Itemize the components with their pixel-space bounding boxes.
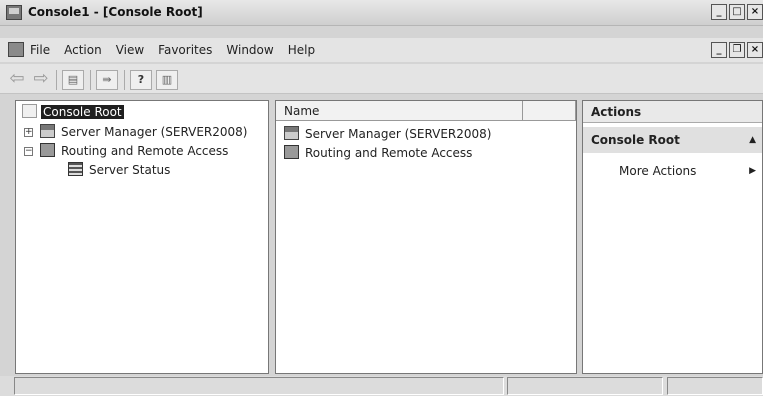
list-item[interactable]: Server Manager (SERVER2008) — [284, 126, 494, 143]
show-hide-console-tree-icon[interactable]: ▤ — [62, 70, 84, 90]
export-list-icon[interactable]: ⇛ — [96, 70, 118, 90]
menu-view[interactable]: View — [116, 43, 144, 57]
status-panel-2 — [507, 377, 663, 395]
child-window-controls: _ ❐ × — [711, 42, 763, 58]
actions-section-label: Console Root — [591, 133, 680, 147]
tree-node-routing-remote-access[interactable]: Routing and Remote Access — [40, 143, 230, 160]
tree-node-server-status[interactable]: Server Status — [68, 162, 172, 179]
collapse-up-icon[interactable]: ▲ — [749, 127, 756, 153]
tree-node-console-root[interactable]: Console Root — [22, 104, 124, 121]
menu-help[interactable]: Help — [288, 43, 315, 57]
toolbar-separator — [124, 70, 125, 90]
help-icon[interactable]: ? — [130, 70, 152, 90]
more-actions-item[interactable]: More Actions ▶ — [583, 161, 762, 181]
back-arrow-icon[interactable]: ⇦ — [6, 70, 28, 90]
status-bar — [0, 376, 763, 396]
toolbar-separator — [90, 70, 91, 90]
child-minimize-button[interactable]: _ — [711, 42, 727, 58]
menu-action[interactable]: Action — [64, 43, 102, 57]
child-close-button[interactable]: × — [747, 42, 763, 58]
routing-icon — [40, 143, 55, 157]
minimize-button[interactable]: _ — [711, 4, 727, 20]
window-controls: _ □ × — [711, 4, 763, 20]
server-manager-icon — [40, 124, 55, 138]
column-header-name[interactable]: Name — [276, 101, 523, 121]
menu-bar: File Action View Favorites Window Help _… — [0, 38, 763, 62]
routing-icon — [284, 145, 299, 159]
menu-file[interactable]: File — [30, 43, 50, 57]
show-hide-action-pane-icon[interactable]: ▥ — [156, 70, 178, 90]
actions-section-console-root[interactable]: Console Root ▲ — [583, 127, 762, 153]
console-document-icon[interactable] — [8, 42, 24, 57]
menu-favorites[interactable]: Favorites — [158, 43, 212, 57]
tree-node-server-manager[interactable]: Server Manager (SERVER2008) — [40, 124, 250, 141]
menu-window[interactable]: Window — [226, 43, 273, 57]
list-header: Name — [276, 101, 576, 121]
collapse-minus-icon[interactable]: − — [24, 147, 33, 156]
close-button[interactable]: × — [747, 4, 763, 20]
more-actions-label: More Actions — [619, 164, 697, 178]
console-tree-pane[interactable]: Console Root + Server Manager (SERVER200… — [15, 100, 269, 374]
column-header-empty[interactable] — [523, 101, 576, 121]
submenu-arrow-icon: ▶ — [749, 166, 756, 176]
title-bar: Console1 - [Console Root] _ □ × — [0, 0, 763, 26]
list-item[interactable]: Routing and Remote Access — [284, 145, 474, 162]
server-manager-icon — [284, 126, 299, 140]
toolbar: ⇦ ⇨ ▤ ⇛ ? ▥ — [0, 64, 763, 94]
status-panel-3 — [667, 377, 763, 395]
toolbar-separator — [56, 70, 57, 90]
window-title: Console1 - [Console Root] — [28, 5, 203, 19]
results-list-pane[interactable]: Name Server Manager (SERVER2008) Routing… — [275, 100, 577, 374]
actions-title: Actions — [583, 101, 762, 123]
server-status-icon — [68, 162, 83, 176]
forward-arrow-icon[interactable]: ⇨ — [30, 70, 52, 90]
status-panel-main — [14, 377, 504, 395]
folder-icon — [22, 104, 37, 118]
child-restore-button[interactable]: ❐ — [729, 42, 745, 58]
mmc-app-icon — [6, 5, 22, 20]
actions-pane: Actions Console Root ▲ More Actions ▶ — [582, 100, 763, 374]
expand-plus-icon[interactable]: + — [24, 128, 33, 137]
maximize-button[interactable]: □ — [729, 4, 745, 20]
